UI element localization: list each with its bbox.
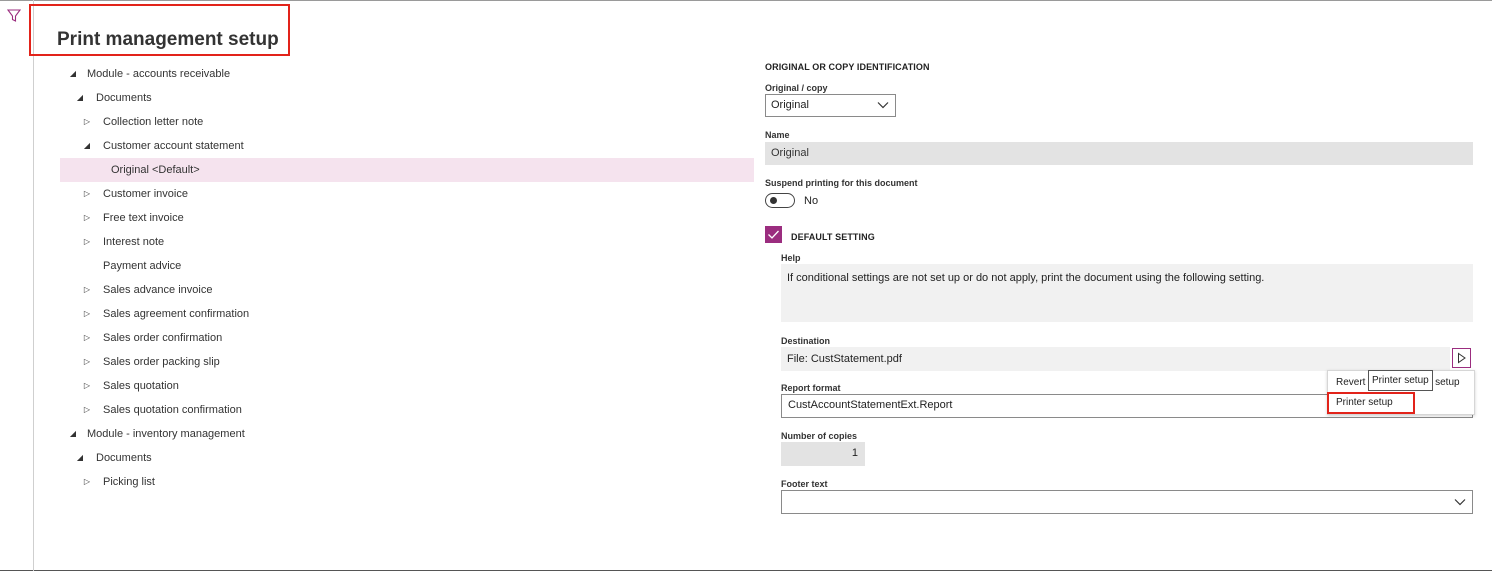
tree-row-label: Payment advice [103,260,182,272]
document-tree: ◢ Module - accounts receivable ◢ Documents ▷… [60,62,754,494]
tree-row[interactable]: ▷ Collection letter note [60,110,754,134]
tree-row-label: Customer invoice [103,188,188,200]
tree-row-label: Free text invoice [103,212,184,224]
tree-row[interactable]: ◢ Module - inventory management [60,422,754,446]
destination-field: File: CustStatement.pdf [781,347,1450,371]
toggle-knob [770,197,777,204]
copies-field[interactable]: 1 [781,442,865,466]
chevron-down-icon [1454,499,1466,506]
copies-label: Number of copies [781,431,858,441]
tree-collapsed-icon[interactable]: ▷ [82,278,92,302]
tree-collapsed-icon[interactable]: ▷ [82,110,92,134]
tree-collapsed-icon[interactable]: ▷ [82,230,92,254]
help-label: Help [781,253,801,263]
tree-collapsed-icon[interactable]: ▷ [82,326,92,350]
destination-menu-button[interactable] [1452,348,1471,368]
original-copy-select[interactable]: Original [765,94,896,117]
tree-row-label: Sales advance invoice [103,284,213,296]
name-field: Original [765,142,1473,165]
tree-row[interactable]: ▷ Sales order confirmation [60,326,754,350]
tree-row[interactable]: ◢ Customer account statement [60,134,754,158]
tree-row[interactable]: ▷ Picking list [60,470,754,494]
menu-item-revert-label: Revert t [1336,377,1372,388]
arrow-right-icon [1458,352,1466,364]
printer-setup-highlight-box [1327,392,1415,414]
checkmark-icon [768,230,779,239]
tree-expanded-icon[interactable]: ◢ [68,422,78,446]
suspend-value: No [804,195,819,207]
tree-row-label: Documents [96,452,152,464]
tree-expanded-icon[interactable]: ◢ [82,134,92,158]
filter-icon[interactable] [7,9,21,23]
suspend-label: Suspend printing for this document [765,178,918,188]
tree-row-label: Original <Default> [111,164,200,176]
section-title: ORIGINAL OR COPY IDENTIFICATION [765,62,930,72]
tree-row-label: Sales quotation confirmation [103,404,242,416]
tree-row-label: Collection letter note [103,116,204,128]
default-setting-label: DEFAULT SETTING [791,232,875,242]
tree-row-label: Sales quotation [103,380,179,392]
tree-row-label: Sales order confirmation [103,332,223,344]
tree-row-label: Module - accounts receivable [87,68,231,80]
tree-row[interactable]: ▷ Interest note [60,230,754,254]
tree-row[interactable]: ▷ Sales quotation [60,374,754,398]
footer-select[interactable] [781,490,1473,514]
tree-row[interactable]: ▷ Sales agreement confirmation [60,302,754,326]
tree-row-label: Interest note [103,236,165,248]
chevron-down-icon [877,102,889,109]
tree-row[interactable]: ▷ Sales quotation confirmation [60,398,754,422]
original-copy-value: Original [771,99,809,111]
page-title: Print management setup [57,29,279,50]
tree-expanded-icon[interactable]: ◢ [75,86,85,110]
tree-collapsed-icon[interactable]: ▷ [82,470,92,494]
tree-row-label: Picking list [103,476,155,488]
tree-collapsed-icon[interactable]: ▷ [82,398,92,422]
help-text: If conditional settings are not set up o… [781,264,1473,322]
tree-row-label: Sales order packing slip [103,356,220,368]
tree-row[interactable]: ▷ Sales advance invoice [60,278,754,302]
tree-row[interactable]: ▷ Customer invoice [60,182,754,206]
tree-row-label: Module - inventory management [87,428,245,440]
tree-collapsed-icon[interactable]: ▷ [82,302,92,326]
tree-row[interactable]: ◢ Documents [60,86,754,110]
tree-row[interactable]: ◢ Documents [60,446,754,470]
tree-collapsed-icon[interactable]: ▷ [82,350,92,374]
destination-label: Destination [781,336,831,346]
tree-row-label: Customer account statement [103,140,244,152]
tree-row-label: Documents [96,92,152,104]
tree-collapsed-icon[interactable]: ▷ [82,182,92,206]
left-rail-divider [33,0,34,571]
original-copy-label: Original / copy [765,83,828,93]
tree-expanded-icon[interactable]: ◢ [68,62,78,86]
tree-collapsed-icon[interactable]: ▷ [82,206,92,230]
printer-setup-tooltip: Printer setup [1368,370,1433,391]
tree-collapsed-icon[interactable]: ▷ [82,374,92,398]
report-format-label: Report format [781,383,841,393]
tree-row-label: Sales agreement confirmation [103,308,250,320]
tree-row[interactable]: ▷ Free text invoice [60,206,754,230]
tree-row[interactable]: ▷ Sales order packing slip [60,350,754,374]
suspend-toggle[interactable] [765,193,795,208]
default-setting-checkbox[interactable] [765,226,782,243]
menu-item-revert-label-tail: r setup [1429,377,1460,388]
name-label: Name [765,130,790,140]
tree-row[interactable]: ◢ Module - accounts receivable [60,62,754,86]
tree-expanded-icon[interactable]: ◢ [75,446,85,470]
footer-label: Footer text [781,479,828,489]
tree-row[interactable]: Payment advice [60,254,754,278]
tree-row[interactable]: Original <Default> [60,158,754,182]
